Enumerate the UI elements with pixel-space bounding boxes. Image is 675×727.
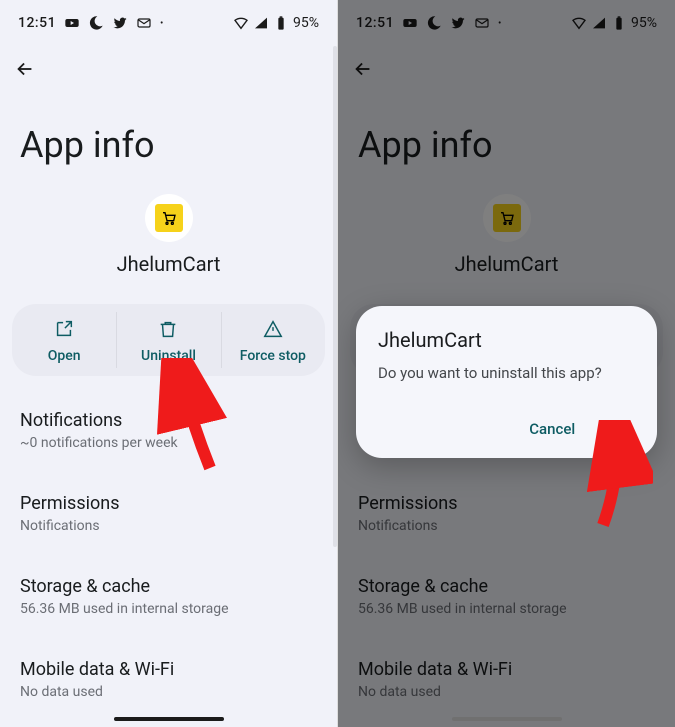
status-time: 12:51 (18, 15, 56, 31)
trash-icon (157, 318, 179, 340)
action-row: Open Uninstall Force stop (12, 304, 325, 376)
cart-icon (155, 204, 183, 232)
open-label: Open (12, 348, 116, 364)
screen-app-info: 12:51 • 95% App info (0, 0, 337, 727)
open-button[interactable]: Open (12, 304, 116, 376)
status-bar: 12:51 • 95% (0, 0, 337, 38)
storage-sub: 56.36 MB used in internal storage (20, 601, 317, 617)
mobile-sub: No data used (20, 684, 317, 700)
storage-title: Storage & cache (20, 576, 317, 597)
youtube-icon (64, 15, 80, 31)
section-notifications[interactable]: Notifications ~0 notifications per week (0, 398, 337, 463)
battery-icon (273, 15, 289, 31)
battery-percent: 95% (293, 15, 319, 31)
wifi-icon (233, 15, 249, 31)
app-name: JhelumCart (0, 252, 337, 276)
force-stop-button[interactable]: Force stop (221, 304, 325, 376)
dialog-ok-button[interactable]: OK (607, 410, 635, 448)
moon-icon (88, 15, 104, 31)
dialog-message: Do you want to uninstall this app? (378, 364, 635, 382)
uninstall-button[interactable]: Uninstall (116, 304, 220, 376)
force-stop-label: Force stop (221, 348, 325, 364)
dialog-cancel-button[interactable]: Cancel (525, 410, 579, 448)
permissions-sub: Notifications (20, 518, 317, 534)
uninstall-label: Uninstall (116, 348, 220, 364)
dialog-title: JhelumCart (378, 328, 635, 352)
app-icon (145, 194, 193, 242)
page-title: App info (0, 84, 337, 194)
screen-uninstall-dialog: 12:51 • 95% App info JhelumCart Open (338, 0, 675, 727)
warning-icon (262, 318, 284, 340)
notifications-sub: ~0 notifications per week (20, 435, 317, 451)
section-storage[interactable]: Storage & cache 56.36 MB used in interna… (0, 564, 337, 629)
mail-icon (136, 15, 152, 31)
more-notifications-dot: • (160, 18, 163, 29)
mobile-title: Mobile data & Wi-Fi (20, 659, 317, 680)
signal-icon (253, 15, 269, 31)
open-icon (53, 318, 75, 340)
section-mobile[interactable]: Mobile data & Wi-Fi No data used (0, 647, 337, 712)
permissions-title: Permissions (20, 493, 317, 514)
arrow-left-icon (14, 58, 36, 80)
back-button[interactable] (0, 38, 337, 84)
app-header: JhelumCart (0, 194, 337, 276)
notifications-title: Notifications (20, 410, 317, 431)
twitter-icon (112, 15, 128, 31)
gesture-bar (114, 717, 224, 721)
section-permissions[interactable]: Permissions Notifications (0, 481, 337, 546)
uninstall-dialog: JhelumCart Do you want to uninstall this… (356, 306, 657, 458)
